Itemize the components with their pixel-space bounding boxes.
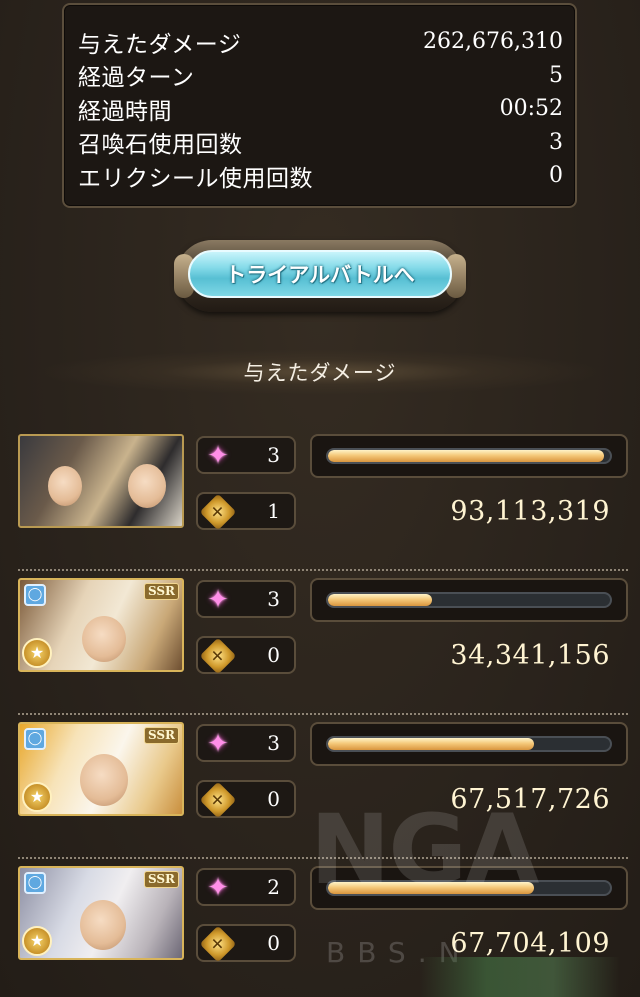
rarity-badge: SSR	[143, 727, 179, 744]
ring-icon: ◯	[24, 728, 46, 750]
damage-bar	[310, 866, 628, 910]
ougi-count: 1	[267, 499, 280, 523]
row-divider	[18, 569, 628, 571]
stat-label: 経過ターン	[78, 65, 195, 92]
sparkle-icon: ✦	[207, 873, 229, 903]
stat-value: 5	[549, 62, 563, 88]
rarity-badge: SSR	[143, 583, 179, 600]
damage-bar	[310, 434, 628, 478]
damage-bar-track	[326, 448, 612, 464]
damage-bar	[310, 722, 628, 766]
row-divider	[18, 713, 628, 715]
character-row: ◯ SSR ★ ✦ 3 ✕ 0 34,341,156	[18, 578, 628, 715]
stat-row-summons: 召喚石使用回数 3	[78, 126, 563, 160]
ougi-count: 0	[267, 787, 280, 811]
stat-value: 0	[549, 163, 563, 189]
ougi-counter: ✕ 0	[196, 780, 296, 819]
damage-bar	[310, 578, 628, 622]
star-emblem-icon: ★	[22, 926, 52, 956]
sparkle-icon: ✦	[207, 585, 229, 615]
skill-counter: ✦ 3	[196, 724, 296, 762]
stat-value: 262,676,310	[423, 29, 563, 55]
skill-counter: ✦ 2	[196, 868, 296, 906]
stat-label: 召喚石使用回数	[78, 132, 243, 159]
battle-summary-panel: 与えたダメージ 262,676,310 経過ターン 5 経過時間 00:52 召…	[62, 3, 577, 208]
skill-count: 3	[267, 587, 280, 611]
ougi-count: 0	[267, 643, 280, 667]
ougi-icon: ✕	[199, 925, 237, 963]
stat-row-time: 経過時間 00:52	[78, 92, 563, 126]
damage-bar-fill	[328, 738, 534, 750]
stat-value: 00:52	[499, 96, 563, 122]
skill-count: 3	[267, 731, 280, 755]
sparkle-icon: ✦	[207, 441, 229, 471]
character-row: ◯ SSR ★ ✦ 3 ✕ 0 67,517,726	[18, 722, 628, 859]
character-portrait[interactable]: ◯ SSR ★	[18, 578, 184, 672]
damage-value: 34,341,156	[450, 640, 610, 671]
damage-bar-fill	[328, 882, 534, 894]
skill-count: 3	[267, 443, 280, 467]
trial-battle-button-frame: トライアルバトルへ	[174, 240, 466, 312]
portrait-face	[48, 466, 82, 506]
skill-counter: ✦ 3	[196, 436, 296, 474]
portrait-face	[80, 754, 128, 806]
damage-value: 93,113,319	[450, 496, 610, 527]
portrait-face	[80, 900, 126, 950]
character-portrait[interactable]: ◯ SSR ★	[18, 722, 184, 816]
damage-bar-track	[326, 736, 612, 752]
damage-bar-track	[326, 592, 612, 608]
stat-label: 経過時間	[78, 98, 172, 125]
ougi-count: 0	[267, 931, 280, 955]
skill-counter: ✦ 3	[196, 580, 296, 618]
damage-bar-fill	[328, 594, 433, 606]
ougi-icon: ✕	[199, 781, 237, 819]
ring-icon: ◯	[24, 872, 46, 894]
stat-row-elixir: エリクシール使用回数 0	[78, 159, 563, 193]
character-row: ◯ SSR ★ ✦ 2 ✕ 0 67,704,109	[18, 866, 628, 981]
sparkle-icon: ✦	[207, 729, 229, 759]
ougi-icon: ✕	[199, 493, 237, 531]
character-row: ✦ 3 ✕ 1 93,113,319	[18, 434, 628, 571]
stat-row-turns: 経過ターン 5	[78, 59, 563, 93]
ougi-counter: ✕ 0	[196, 636, 296, 675]
stat-label: 与えたダメージ	[78, 31, 242, 58]
stat-value: 3	[549, 129, 563, 155]
party-portrait[interactable]	[18, 434, 184, 528]
damage-bar-track	[326, 880, 612, 896]
damage-value: 67,517,726	[450, 784, 610, 815]
ring-icon: ◯	[24, 584, 46, 606]
portrait-face	[82, 616, 126, 662]
ougi-counter: ✕ 1	[196, 492, 296, 531]
ougi-counter: ✕ 0	[196, 924, 296, 963]
star-emblem-icon: ★	[22, 782, 52, 812]
stat-row-damage: 与えたダメージ 262,676,310	[78, 25, 563, 59]
row-divider	[18, 857, 628, 859]
character-portrait[interactable]: ◯ SSR ★	[18, 866, 184, 960]
trial-battle-button[interactable]: トライアルバトルへ	[188, 250, 452, 298]
damage-bar-fill	[328, 450, 605, 462]
skill-count: 2	[267, 875, 280, 899]
ougi-icon: ✕	[199, 637, 237, 675]
rarity-badge: SSR	[143, 871, 179, 888]
stat-label: エリクシール使用回数	[78, 165, 313, 192]
star-emblem-icon: ★	[22, 638, 52, 668]
portrait-face	[128, 464, 166, 508]
damage-section-heading: 与えたダメージ	[40, 350, 600, 394]
damage-value: 67,704,109	[450, 928, 610, 959]
